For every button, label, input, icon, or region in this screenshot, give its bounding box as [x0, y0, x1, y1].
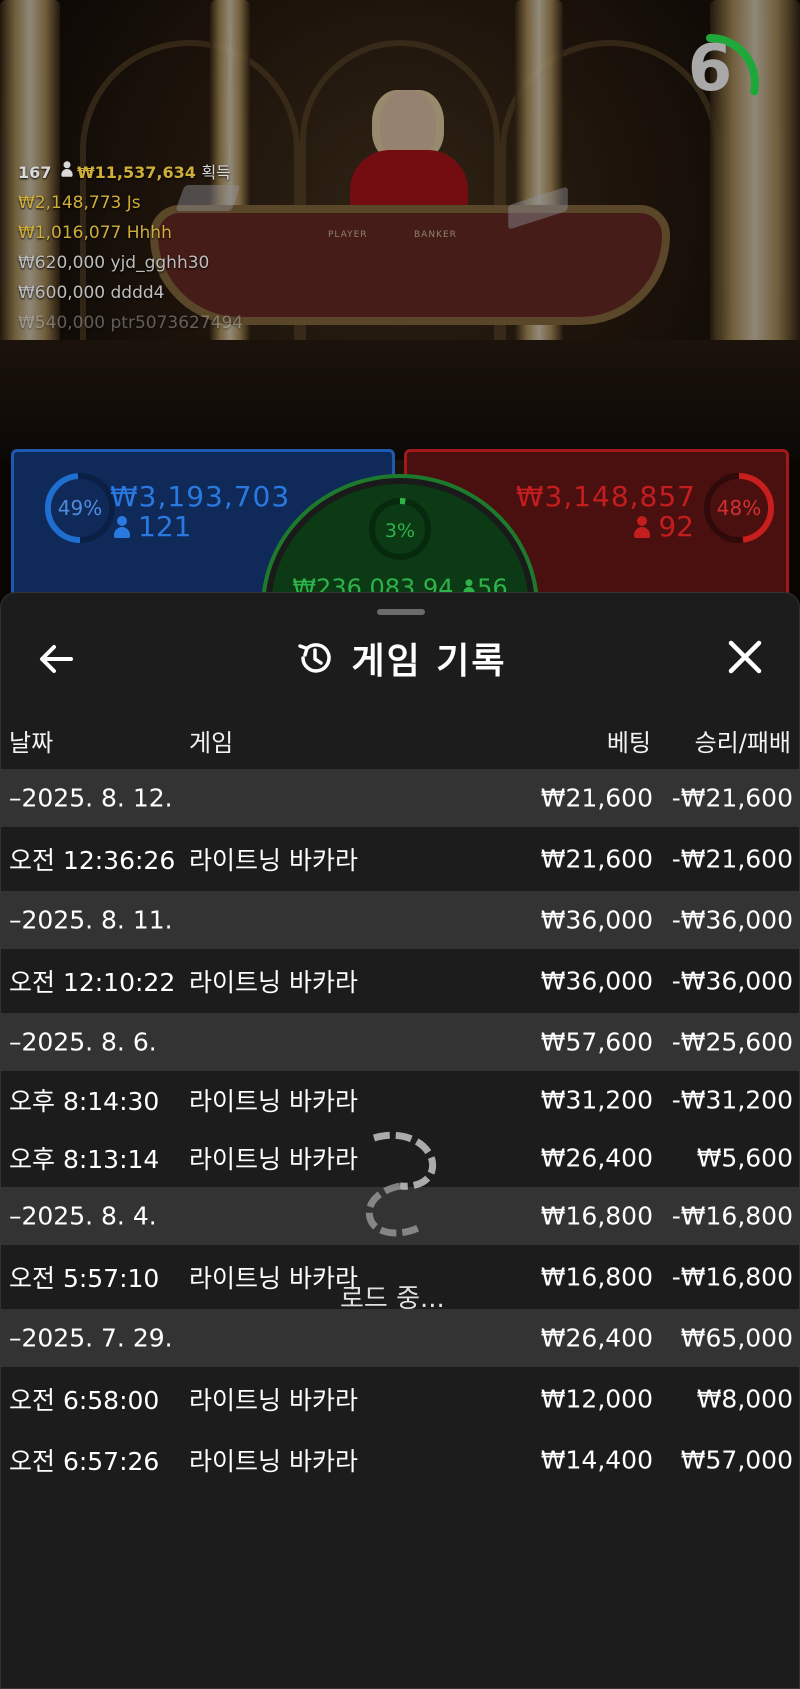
row-result: ₩65,000: [680, 1323, 793, 1353]
row-date: –2025. 8. 4.: [9, 1201, 157, 1231]
row-result: ₩57,000: [680, 1445, 793, 1475]
column-header-game[interactable]: 게임: [189, 723, 233, 758]
game-row[interactable]: 오전 6:58:00 라이트닝 바카라 ₩12,000 ₩8,000: [1, 1367, 799, 1431]
row-game: 라이트닝 바카라: [189, 1447, 358, 1476]
spinner-icon: [365, 1131, 437, 1237]
history-icon: [298, 643, 332, 673]
winner-amount: ₩600,000: [18, 283, 106, 303]
winner-count: 167: [18, 163, 52, 182]
row-bet: ₩36,000: [540, 966, 653, 996]
row-bet: ₩31,200: [540, 1085, 653, 1115]
person-icon: [634, 516, 651, 538]
winner-entry: ₩620,000 yjd_gghh30: [18, 248, 243, 278]
row-result: -₩31,200: [671, 1085, 793, 1115]
banker-bet-total: ₩3,148,857: [515, 480, 696, 513]
player-bet-total: ₩3,193,703: [110, 480, 291, 513]
row-result: -₩36,000: [671, 905, 793, 935]
row-date: –2025. 7. 29.: [9, 1323, 173, 1353]
sheet-drag-handle[interactable]: [377, 609, 425, 615]
column-header-date[interactable]: 날짜: [9, 723, 53, 758]
row-result: -₩25,600: [671, 1027, 793, 1057]
winners-suffix: 획득: [201, 163, 231, 182]
game-row[interactable]: 오전 6:57:26 라이트닝 바카라 ₩14,400 ₩57,000: [1, 1431, 799, 1489]
close-icon[interactable]: [723, 635, 767, 679]
game-row[interactable]: 오후 8:14:30 라이트닝 바카라 ₩31,200 -₩31,200: [1, 1071, 799, 1129]
row-bet: ₩26,400: [540, 1143, 653, 1173]
row-result: -₩21,600: [671, 844, 793, 874]
row-game: 라이트닝 바카라: [189, 1145, 358, 1174]
row-date: –2025. 8. 6.: [9, 1027, 157, 1057]
row-game: 라이트닝 바카라: [189, 846, 358, 875]
row-time: 오전 6:57:26: [9, 1447, 160, 1476]
winner-name: ptr5073627494: [110, 313, 244, 333]
row-time: 오전 6:58:00: [9, 1386, 160, 1415]
winner-name: yjd_gghh30: [110, 253, 210, 273]
winners-feed: 167 ₩11,537,634 획득 ₩2,148,773 Js ₩1,016,…: [18, 158, 243, 338]
loading-label: 로드 중...: [340, 1284, 445, 1314]
row-result: ₩5,600: [696, 1143, 793, 1173]
history-table: –2025. 8. 12. ₩21,600 -₩21,600 오전 12:36:26…: [1, 769, 799, 1489]
winner-entry: ₩540,000 ptr5073627494: [18, 308, 243, 338]
banker-bettor-count: 92: [634, 510, 694, 543]
row-bet: ₩57,600: [540, 1027, 653, 1057]
date-group-row[interactable]: –2025. 8. 12. ₩21,600 -₩21,600: [1, 769, 799, 827]
winners-summary: 167 ₩11,537,634 획득: [18, 158, 243, 188]
row-game: 라이트닝 바카라: [189, 1386, 358, 1415]
row-date: –2025. 8. 12.: [9, 783, 173, 813]
game-row[interactable]: 오전 12:10:22 라이트닝 바카라 ₩36,000 -₩36,000: [1, 949, 799, 1013]
winner-amount: ₩540,000: [18, 313, 106, 333]
row-time: 오후 8:14:30: [9, 1087, 160, 1116]
date-group-row[interactable]: –2025. 7. 29. ₩26,400 ₩65,000: [1, 1309, 799, 1367]
row-time: 오전 5:57:10: [9, 1264, 160, 1293]
row-bet: ₩16,800: [540, 1262, 653, 1292]
row-result: -₩16,800: [671, 1262, 793, 1292]
row-bet: ₩21,600: [540, 783, 653, 813]
column-header-bet[interactable]: 베팅: [607, 723, 651, 758]
winner-name: dddd4: [110, 283, 165, 303]
banker-percent: 48%: [716, 496, 762, 520]
row-time: 오전 12:10:22: [9, 968, 176, 997]
winners-total: ₩11,537,634: [76, 163, 196, 182]
row-bet: ₩26,400: [540, 1323, 653, 1353]
countdown-timer-value: 6: [687, 32, 733, 106]
tie-percent: 3%: [384, 520, 416, 542]
date-group-row[interactable]: –2025. 8. 6. ₩57,600 -₩25,600: [1, 1013, 799, 1071]
banker-count-value: 92: [658, 510, 694, 543]
row-bet: ₩12,000: [540, 1384, 653, 1414]
winner-name: Js: [126, 193, 141, 213]
winner-name: Hhhh: [126, 223, 172, 243]
row-time: 오전 12:36:26: [9, 846, 176, 875]
winner-amount: ₩620,000: [18, 253, 106, 273]
page-title: 게임 기록: [351, 641, 507, 682]
person-icon: [114, 516, 130, 538]
row-result: -₩16,800: [671, 1201, 793, 1231]
row-result: ₩8,000: [696, 1384, 793, 1414]
player-count-value: 121: [138, 510, 192, 543]
winner-entry: ₩600,000 dddd4: [18, 278, 243, 308]
player-percent: 49%: [57, 496, 103, 520]
row-game: 라이트닝 바카라: [189, 1264, 358, 1293]
row-bet: ₩16,800: [540, 1201, 653, 1231]
row-date: –2025. 8. 11.: [9, 905, 173, 935]
winner-amount: ₩2,148,773: [18, 193, 122, 213]
date-group-row[interactable]: –2025. 8. 11. ₩36,000 -₩36,000: [1, 891, 799, 949]
person-icon: [61, 161, 73, 177]
row-bet: ₩21,600: [540, 844, 653, 874]
row-bet: ₩14,400: [540, 1445, 653, 1475]
sheet-header: 게임 기록: [1, 633, 799, 683]
winner-amount: ₩1,016,077: [18, 223, 122, 243]
game-row[interactable]: 오전 12:36:26 라이트닝 바카라 ₩21,600 -₩21,600: [1, 827, 799, 891]
winner-entry: ₩2,148,773 Js: [18, 188, 243, 218]
row-game: 라이트닝 바카라: [189, 968, 358, 997]
winner-entry: ₩1,016,077 Hhhh: [18, 218, 243, 248]
row-game: 라이트닝 바카라: [189, 1087, 358, 1116]
row-result: -₩21,600: [671, 783, 793, 813]
column-header-win-loss[interactable]: 승리/패배: [695, 723, 791, 758]
row-bet: ₩36,000: [540, 905, 653, 935]
row-time: 오후 8:13:14: [9, 1145, 160, 1174]
row-result: -₩36,000: [671, 966, 793, 996]
player-bettor-count: 121: [114, 510, 191, 543]
